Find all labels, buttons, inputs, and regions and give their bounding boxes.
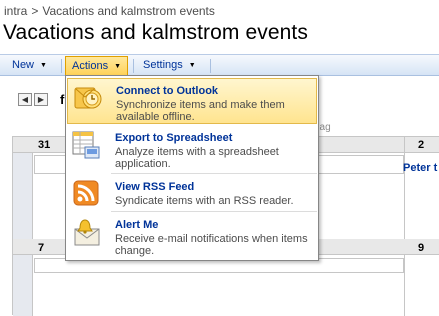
menu-item-title: Connect to Outlook xyxy=(116,85,219,97)
new-button[interactable]: New ▼ xyxy=(6,57,53,75)
menu-item-description: Synchronize items and make them availabl… xyxy=(116,99,285,123)
outlook-icon xyxy=(74,87,102,109)
new-button-label: New xyxy=(12,59,35,71)
toolbar-divider xyxy=(61,59,62,73)
menu-item-description: Receive e-mail notifications when items … xyxy=(115,233,308,257)
menu-item-title: Export to Spreadsheet xyxy=(115,132,233,144)
alert-bell-icon xyxy=(74,219,100,246)
week-selector[interactable] xyxy=(13,255,33,316)
breadcrumb-separator: > xyxy=(31,4,39,18)
page-title: Vacations and kalmstrom events xyxy=(3,21,308,44)
toolbar-divider xyxy=(133,59,134,73)
actions-button-label: Actions xyxy=(72,60,109,72)
menu-item-description: Analyze items with a spreadsheet applica… xyxy=(115,146,279,170)
calendar-event[interactable]: Peter t xyxy=(403,162,437,174)
actions-menu: Connect to Outlook Synchronize items and… xyxy=(65,75,319,261)
week-selector[interactable] xyxy=(13,153,33,239)
spreadsheet-icon xyxy=(72,131,100,159)
settings-button-label: Settings xyxy=(143,59,183,71)
calendar-navigation: ◀ ▶ xyxy=(18,93,50,106)
actions-button[interactable]: Actions ▼ xyxy=(65,56,129,76)
chevron-down-icon: ▼ xyxy=(114,63,122,70)
menu-divider xyxy=(111,211,317,212)
breadcrumb-current: Vacations and kalmstrom events xyxy=(42,4,215,18)
menu-item-view-rss-feed[interactable]: View RSS Feed Syndicate items with an RS… xyxy=(67,175,317,211)
menu-item-export-to-spreadsheet[interactable]: Export to Spreadsheet Analyze items with… xyxy=(67,126,317,172)
chevron-down-icon: ▼ xyxy=(40,62,47,69)
menu-item-title: View RSS Feed xyxy=(115,181,195,193)
chevron-down-icon: ▼ xyxy=(188,62,196,69)
day-number[interactable]: 9 xyxy=(418,242,424,254)
day-number[interactable]: 7 xyxy=(38,242,44,254)
menu-item-description: Syndicate items with an RSS reader. xyxy=(115,195,294,207)
settings-button[interactable]: Settings ▼ xyxy=(137,57,202,75)
menu-divider xyxy=(111,173,317,174)
calendar-month-title: f xyxy=(60,92,65,107)
list-toolbar: New ▼ Actions ▼ Settings ▼ xyxy=(0,54,439,76)
breadcrumb-site-link[interactable]: intra xyxy=(4,4,27,18)
arrow-left-icon[interactable]: ◀ xyxy=(18,93,32,106)
rss-icon xyxy=(73,180,99,206)
menu-item-connect-to-outlook[interactable]: Connect to Outlook Synchronize items and… xyxy=(67,78,317,124)
arrow-right-icon[interactable]: ▶ xyxy=(34,93,48,106)
day-number[interactable]: 2 xyxy=(418,139,424,151)
toolbar-divider xyxy=(210,59,211,73)
breadcrumb: intra > Vacations and kalmstrom events xyxy=(4,4,215,18)
menu-item-alert-me[interactable]: Alert Me Receive e-mail notifications wh… xyxy=(67,213,317,259)
day-number[interactable]: 31 xyxy=(38,139,50,151)
menu-item-title: Alert Me xyxy=(115,219,159,231)
